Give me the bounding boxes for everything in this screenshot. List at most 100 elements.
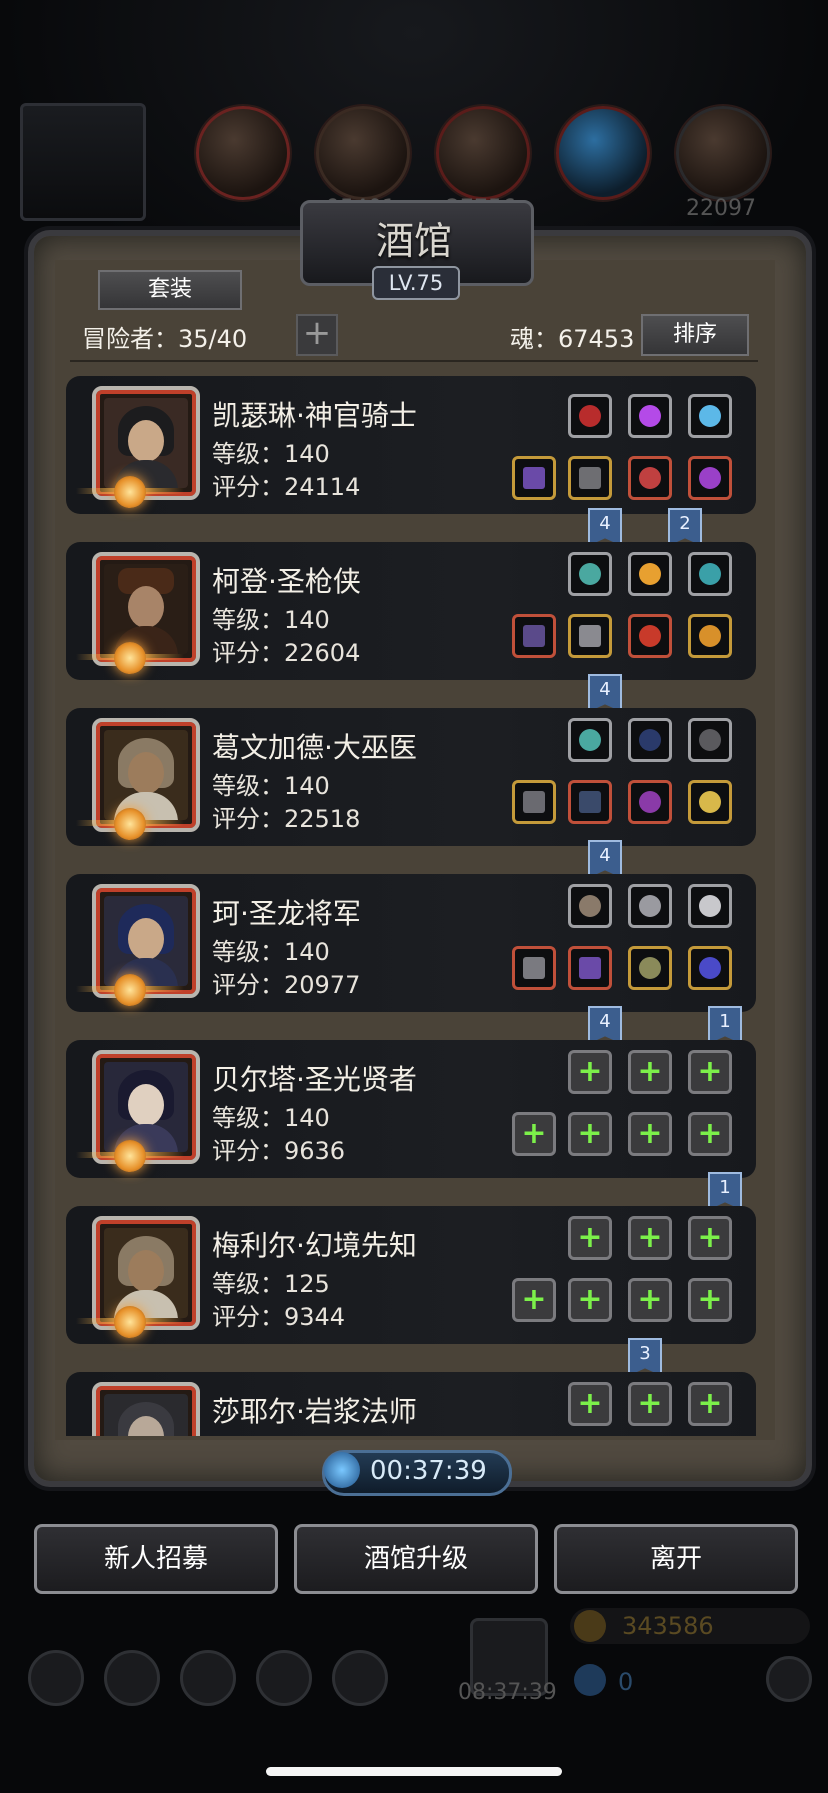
add-relic-icon[interactable]: +	[688, 1050, 732, 1094]
accessory-slot-icon[interactable]	[628, 456, 672, 500]
hero-card[interactable]: 凯瑟琳·神官骑士 等级：140 评分：24114	[66, 376, 756, 514]
hero-level: 等级：140	[212, 938, 330, 966]
relic-slot-icon[interactable]	[628, 394, 672, 438]
mail-icon[interactable]	[256, 1650, 312, 1706]
add-amulet-icon[interactable]: +	[688, 1278, 732, 1322]
accessory-slot-icon[interactable]	[628, 780, 672, 824]
relic-slot-icon[interactable]	[568, 394, 612, 438]
add-accessory-icon[interactable]: +	[628, 1278, 672, 1322]
add-armor-icon[interactable]: +	[568, 1278, 612, 1322]
hero-avatar-frame	[92, 1216, 200, 1330]
hero-name: 凯瑟琳·神官骑士	[212, 399, 417, 432]
expand-capacity-button[interactable]: +	[296, 314, 338, 356]
weapon-slot-icon[interactable]	[512, 780, 556, 824]
hero-name: 珂·圣龙将军	[212, 897, 361, 930]
hero-portrait	[104, 1062, 188, 1152]
relic-slot-icon[interactable]	[568, 718, 612, 762]
add-weapon-icon[interactable]: +	[512, 1278, 556, 1322]
hero-card[interactable]: 柯登·圣枪侠 等级：140 评分：22604	[66, 542, 756, 680]
settings-icon[interactable]	[28, 1650, 84, 1706]
add-relic-icon[interactable]: +	[568, 1216, 612, 1260]
hero-card[interactable]: 莎耶尔·岩浆法师 + + +	[66, 1372, 756, 1436]
upgrade-tavern-button[interactable]: 酒馆升级	[294, 1524, 538, 1594]
hero-card[interactable]: 贝尔塔·圣光贤者 等级：140 评分：9636 + + + + + + +	[66, 1040, 756, 1178]
relic-slot-icon[interactable]	[688, 884, 732, 928]
hero-card[interactable]: 葛文加德·大巫医 等级：140 评分：22518	[66, 708, 756, 846]
resource-orb-2[interactable]	[316, 106, 410, 200]
menu-icon[interactable]	[104, 1650, 160, 1706]
relic-slot-icon[interactable]	[628, 884, 672, 928]
hero-level: 等级：140	[212, 1104, 330, 1132]
set-count-tag: 4	[588, 1006, 622, 1044]
resource-orb-3[interactable]	[436, 106, 530, 200]
resource-orb-1[interactable]	[196, 106, 290, 200]
home-indicator[interactable]	[266, 1767, 562, 1776]
leave-button[interactable]: 离开	[554, 1524, 798, 1594]
hero-avatar-frame	[92, 1050, 200, 1164]
hero-name: 梅利尔·幻境先知	[212, 1229, 417, 1262]
add-weapon-icon[interactable]: +	[512, 1112, 556, 1156]
amulet-slot-icon[interactable]	[688, 946, 732, 990]
accessory-slot-icon[interactable]	[628, 946, 672, 990]
resource-orb-4[interactable]	[556, 106, 650, 200]
add-relic-icon[interactable]: +	[568, 1382, 612, 1426]
relic-slot-icon[interactable]	[688, 552, 732, 596]
add-relic-icon[interactable]: +	[568, 1050, 612, 1094]
relic-slot-icon[interactable]	[568, 552, 612, 596]
add-relic-icon[interactable]: +	[688, 1382, 732, 1426]
book-icon[interactable]	[180, 1650, 236, 1706]
set-count-tag: 1	[708, 1006, 742, 1044]
set-count-tag: 1	[708, 1172, 742, 1210]
armor-slot-icon[interactable]	[568, 780, 612, 824]
gear-icon[interactable]	[332, 1650, 388, 1706]
relic-slot-icon[interactable]	[688, 394, 732, 438]
accessory-slot-icon[interactable]	[628, 614, 672, 658]
armor-slot-icon[interactable]	[568, 456, 612, 500]
amulet-slot-icon[interactable]	[688, 780, 732, 824]
hero-avatar-frame	[92, 884, 200, 998]
weapon-slot-icon[interactable]	[512, 614, 556, 658]
adventurer-count: 冒险者：35/40	[82, 325, 248, 353]
soul-count: 魂：67453	[510, 325, 635, 353]
amulet-slot-icon[interactable]	[688, 614, 732, 658]
hero-portrait	[104, 1394, 188, 1436]
hero-name: 莎耶尔·岩浆法师	[212, 1395, 417, 1428]
add-relic-icon[interactable]: +	[628, 1050, 672, 1094]
relic-slot-icon[interactable]	[628, 718, 672, 762]
hero-name: 葛文加德·大巫医	[212, 731, 417, 764]
armor-slot-icon[interactable]	[568, 614, 612, 658]
add-relic-icon[interactable]: +	[628, 1382, 672, 1426]
weapon-slot-icon[interactable]	[512, 946, 556, 990]
player-portrait[interactable]	[20, 103, 146, 221]
hero-portrait	[104, 398, 188, 488]
rank-badge-icon	[114, 974, 146, 1006]
relic-slot-icon[interactable]	[688, 718, 732, 762]
hero-score: 评分：9636	[212, 1137, 346, 1165]
sort-button[interactable]: 排序	[641, 314, 749, 356]
armor-slot-icon[interactable]	[568, 946, 612, 990]
equip-set-button[interactable]: 套装	[98, 270, 242, 310]
hero-card[interactable]: 珂·圣龙将军 等级：140 评分：20977	[66, 874, 756, 1012]
add-gem-icon[interactable]	[766, 1656, 812, 1702]
add-relic-icon[interactable]: +	[688, 1216, 732, 1260]
hero-card[interactable]: 梅利尔·幻境先知 等级：125 评分：9344 + + + + + + +	[66, 1206, 756, 1344]
amulet-slot-icon[interactable]	[688, 456, 732, 500]
clock-icon	[324, 1452, 360, 1488]
gift-timer: 08:37:39	[458, 1680, 557, 1705]
hero-portrait	[104, 564, 188, 654]
relic-slot-icon[interactable]	[628, 552, 672, 596]
rank-badge-icon	[114, 642, 146, 674]
add-armor-icon[interactable]: +	[568, 1112, 612, 1156]
weapon-slot-icon[interactable]	[512, 456, 556, 500]
recruit-button[interactable]: 新人招募	[34, 1524, 278, 1594]
rank-badge-icon	[114, 476, 146, 508]
add-accessory-icon[interactable]: +	[628, 1112, 672, 1156]
hero-list[interactable]: 凯瑟琳·神官骑士 等级：140 评分：24114 4 2 柯登·圣枪侠 等级：1…	[62, 368, 767, 1436]
hero-name: 贝尔塔·圣光贤者	[212, 1063, 417, 1096]
tavern-title: 酒馆	[375, 219, 452, 263]
resource-orb-5[interactable]	[676, 106, 770, 200]
add-relic-icon[interactable]: +	[628, 1216, 672, 1260]
relic-slot-icon[interactable]	[568, 884, 612, 928]
add-amulet-icon[interactable]: +	[688, 1112, 732, 1156]
tavern-level-badge: LV.75	[372, 266, 460, 300]
